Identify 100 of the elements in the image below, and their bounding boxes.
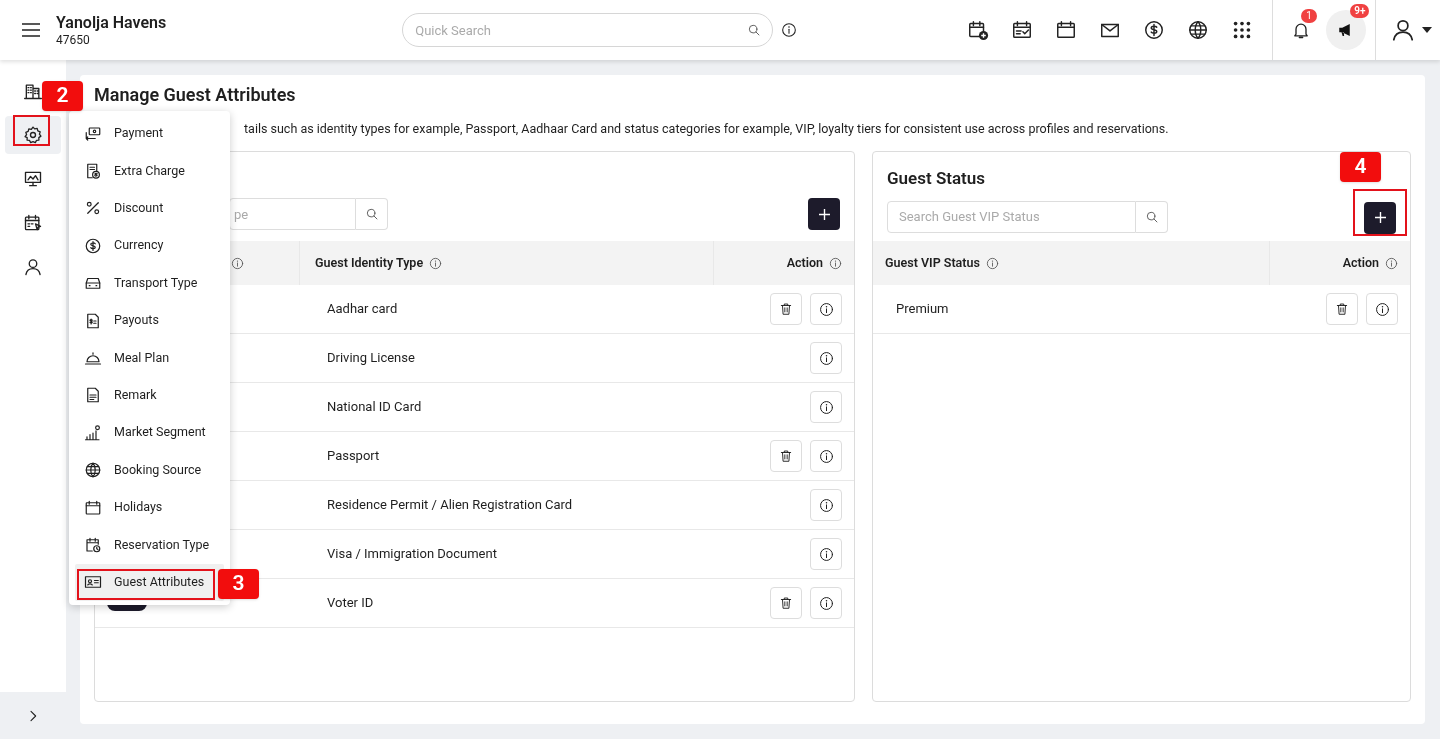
menu-item[interactable]: Extra Charge (75, 152, 224, 190)
column-header: Action (786, 253, 823, 272)
details-button[interactable] (810, 587, 842, 619)
user-menu-button[interactable] (1390, 17, 1433, 43)
search-icon (1144, 209, 1159, 224)
menu-item[interactable]: Transport Type (75, 264, 224, 302)
info-icon (818, 301, 834, 317)
identity-search-field[interactable]: pe (229, 198, 356, 230)
menu-item[interactable]: Meal Plan (75, 339, 224, 377)
menu-item[interactable]: Reservation Type (75, 526, 224, 564)
info-icon (231, 256, 244, 270)
table-cell: Premium (896, 301, 949, 317)
receipt-icon (84, 162, 102, 181)
quick-search-field[interactable]: Quick Search (402, 13, 774, 47)
document-icon (84, 386, 102, 405)
highlight-frame (13, 115, 50, 146)
highlight-frame (1353, 189, 1407, 236)
settings-icon (23, 125, 43, 145)
delete-button[interactable] (770, 587, 802, 619)
caret-icon (1422, 27, 1433, 33)
trash-icon (779, 449, 793, 463)
search-icon (747, 23, 762, 37)
menu-item[interactable]: Remark (75, 376, 224, 415)
column-header: Action (1342, 253, 1379, 272)
info-icon (1374, 301, 1390, 317)
menu-item[interactable]: Currency (75, 227, 224, 265)
bar-chart-icon (84, 423, 102, 442)
calendar-pointer-icon (23, 213, 43, 233)
globe-icon (84, 461, 102, 480)
menu-icon (21, 22, 41, 38)
step-number: 4 (1340, 152, 1381, 182)
document-dollar-icon (84, 311, 102, 330)
table-cell: Driving License (327, 350, 415, 366)
panel-title: Guest Status (887, 167, 987, 190)
info-icon (829, 256, 842, 270)
column-header: Guest Identity Type (315, 253, 424, 272)
step-number: 3 (218, 569, 259, 599)
page-title: Manage Guest Attributes (94, 83, 296, 107)
table-cell: Passport (327, 448, 380, 464)
calendar-check-icon (1011, 19, 1034, 41)
search-icon (364, 207, 379, 221)
info-icon (818, 595, 834, 611)
trash-icon (779, 596, 793, 610)
delete-button[interactable] (770, 293, 802, 325)
page-description: tails such as identity types for example, Passport, Aadhaar Card and status categories for example, VIP, loyalty tiers for consistent use across profiles and reservations. (244, 120, 1169, 139)
details-button[interactable] (1366, 293, 1398, 325)
calendar-plus-icon (967, 19, 990, 41)
info-icon (818, 399, 834, 415)
info-icon (818, 546, 834, 562)
cloche-icon (84, 349, 102, 368)
details-button[interactable] (810, 391, 842, 423)
info-icon (818, 497, 834, 513)
menu-item[interactable]: Payouts (75, 301, 224, 340)
step-number: 2 (42, 81, 83, 111)
details-button[interactable] (810, 489, 842, 521)
menu-item[interactable]: Payment (75, 115, 224, 153)
calendar-icon (84, 498, 102, 517)
search-button[interactable] (356, 198, 388, 230)
info-icon (818, 448, 834, 464)
table-cell: Voter ID (327, 595, 374, 611)
column-header: Guest VIP Status (885, 253, 980, 272)
add-button[interactable] (808, 198, 840, 230)
table-cell: National ID Card (327, 399, 422, 415)
menu-item[interactable]: Market Segment (75, 414, 224, 452)
info-icon (781, 22, 798, 38)
menu-item[interactable]: Discount (75, 189, 224, 228)
dollar-icon (84, 236, 102, 255)
notification-badge: 1 (1301, 9, 1317, 23)
dollar-icon (1143, 19, 1166, 41)
table-cell: Aadhar card (327, 301, 398, 317)
monitor-icon (23, 169, 43, 189)
announcement-badge: 9+ (1350, 4, 1370, 18)
details-button[interactable] (810, 293, 842, 325)
plus-icon (818, 208, 830, 220)
user-icon (23, 257, 43, 277)
money-transfer-icon (84, 124, 102, 143)
trash-icon (779, 302, 793, 316)
globe-icon (1187, 19, 1210, 41)
info-icon (1385, 256, 1398, 270)
details-button[interactable] (810, 440, 842, 472)
info-button[interactable] (781, 22, 798, 38)
info-icon (429, 256, 443, 270)
table-cell: Visa / Immigration Document (327, 546, 497, 562)
plus-icon (1374, 212, 1386, 223)
property-name: Yanolja Havens (56, 12, 167, 33)
details-button[interactable] (810, 538, 842, 570)
details-button[interactable] (810, 342, 842, 374)
delete-button[interactable] (1326, 293, 1358, 325)
menu-item[interactable]: Holidays (75, 488, 224, 527)
info-icon (818, 350, 834, 366)
calendar-clock-icon (84, 536, 102, 554)
property-id: 47650 (56, 32, 91, 48)
search-button[interactable] (1136, 200, 1168, 233)
menu-button[interactable] (21, 20, 41, 40)
add-button[interactable] (1364, 201, 1396, 234)
vip-status-search-field[interactable]: Search Guest VIP Status (887, 200, 1136, 233)
menu-item[interactable]: Booking Source (75, 451, 224, 489)
trash-icon (1335, 302, 1349, 316)
delete-button[interactable] (770, 440, 802, 472)
table-cell: Residence Permit / Alien Registration Card (327, 497, 573, 513)
